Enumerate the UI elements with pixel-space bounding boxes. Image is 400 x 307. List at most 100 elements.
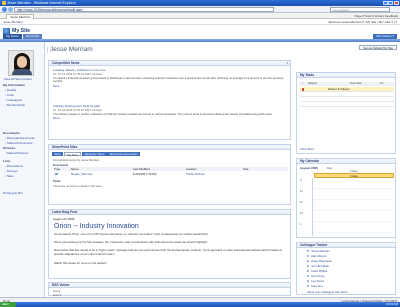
webpart-title: My Calendar [297,159,395,164]
tasks-header-row: ! Subject Due Date Cc [300,82,394,86]
news-item: Leading Industry Indicators on the rise … [53,68,288,88]
find-documents-link[interactable]: Find all documents by Jesse Merriam [53,158,99,162]
blog-paragraph: As we launch Orion, one of our PR themes… [54,232,209,236]
rss-line[interactable]: Lists ▾ [53,293,61,297]
calendar-title: My Calendar [300,159,319,163]
blog-headline[interactable]: Orion -- Industry Innovation [54,223,139,230]
site-actions-button[interactable]: Site Actions ▾ [372,33,397,39]
minimize-button[interactable] [382,0,388,6]
table-row[interactable] [300,102,394,107]
forward-button[interactable] [8,7,13,12]
image-file-icon [55,172,58,176]
sites-tab-enterprise[interactable]: Enterprise Documents [107,152,140,157]
maximize-button[interactable] [388,0,394,6]
calendar-hour: 9 [300,179,302,182]
tasks-more-link[interactable]: Show More [300,147,314,151]
nav-section-my-information[interactable]: My Information [3,83,25,87]
colleague-link[interactable]: Jesse Merriam [307,249,330,253]
ie-icon [1,1,6,5]
news-more-link[interactable]: More... [53,84,288,88]
start-button[interactable]: start [0,302,16,307]
nav-item-details[interactable]: Details [5,88,16,92]
title-separator [47,47,49,53]
colleague-tracker-webpart: Colleague Tracker Jesse Merriam Alan Alb… [296,242,396,295]
calendar-day-heading: Friday [350,168,358,173]
webpart-title: RSS Viewer [49,283,290,288]
my-tasks-webpart: My Tasks ! Subject Due Date Cc Deliver &… [296,72,396,154]
webpart-title: Colleague Tracker [297,243,395,248]
calendar-hour: 11 [300,201,303,204]
colleague-link[interactable]: Craig Playstead [306,259,331,263]
colleague-link[interactable]: Scott King [306,274,324,278]
calendar-hour: 10 [300,190,303,193]
back-button[interactable] [2,7,7,12]
blog-webpart: Latest Blog Post August 24, 2006 Orion -… [48,209,291,279]
nav-item-links[interactable]: Links [5,93,14,97]
nav-item-memberships[interactable]: Memberships [5,103,25,107]
taskbar: start 10:41 AM [0,302,400,307]
doc-location[interactable]: Profile Pictures [186,172,205,176]
doc-name[interactable]: Megan_Sherman [71,172,92,176]
col-name: Name [71,167,79,171]
blog-paragraph: Watch this space for more on the subject… [54,261,108,265]
documents-heading: Documents [53,162,69,167]
nav-section-pictures[interactable]: Pictures [3,146,15,150]
table-row[interactable]: Megan_Sherman 6/11/2006 1:30 PM Profile … [53,172,288,176]
view-all-content-link[interactable]: View All Site Content [4,77,44,81]
col-size: Size [243,167,249,171]
nav-item-shared-pictures[interactable]: Shared Pictures [5,151,28,155]
set-default-mysite-button[interactable]: Set as Default My Site [359,45,397,51]
sites-tab-sites[interactable]: Sites [52,152,64,157]
tab-my-profile[interactable]: My Profile [22,34,43,39]
tasks-empty-text: There are no items to show in this view. [53,184,102,188]
close-button[interactable] [394,0,399,6]
nav-item-shared-documents[interactable]: Shared Documents [5,141,33,145]
competitive-news-webpart: Competitive News ▾ Leading Industry Indi… [48,60,291,140]
calendar-grid[interactable] [312,178,394,236]
recycle-bin-link[interactable]: ♻ Recycle Bin [3,191,22,195]
colleague-link[interactable]: Tess Ann [307,284,323,288]
news-more-link[interactable]: More... [53,116,288,120]
colleagues-title: Colleague Tracker [300,243,328,247]
colleague-filter-link[interactable]: Show only colleagues with alerts [307,290,347,294]
sites-title: SharePoint Sites [52,145,78,149]
window-controls [382,0,399,6]
col-modified: Last Modified [133,167,150,171]
search-input[interactable]: Live Search [330,7,390,12]
taskbar-clock: 10:41 AM [386,302,398,306]
news-title: Competitive News [52,61,80,65]
flag-icon [302,88,305,91]
url-input[interactable]: http://moss:1040/personal/jessem/default… [14,7,274,12]
command-bar[interactable]: Page ▾ Tools ▾ Library Feedback [355,14,398,18]
sites-tab-my-sites[interactable]: My Sites [63,152,82,157]
nav-item-surveys[interactable]: Surveys [5,169,18,173]
webpart-title: My Tasks [297,73,395,78]
blog-paragraph: We're just working up the full message, … [54,240,208,244]
nav-section-documents[interactable]: Documents [3,131,20,135]
rss-title: RSS Viewer [52,283,70,287]
nav-section-lists[interactable]: Lists [3,159,10,163]
colleague-link[interactable]: Carol Philips [306,269,327,273]
col-type: Type [54,167,61,171]
sites-tabs: Sites My Sites Marketing Team Enterprise… [52,152,140,157]
nav-item-discussions[interactable]: Discussions [5,164,23,168]
col-subject: Subject [308,82,317,85]
nav-item-sites[interactable]: Sites [5,174,14,178]
col-cc: Cc [380,82,384,85]
colleague-link[interactable]: Jon Hanrahan [306,264,329,268]
webpart-menu-icon[interactable]: ▾ [286,61,288,66]
rss-viewer-webpart: RSS Viewer Home Lists ▾ [48,282,291,297]
calendar-hour: 12 [300,212,303,215]
site-tabs: My Home My Profile [3,34,43,39]
recycle-bin-label: Recycle Bin [6,191,23,195]
tab-my-home[interactable]: My Home [3,34,22,39]
my-calendar-webpart: My Calendar August 2006 Day Friday Frida… [296,158,396,238]
colleague-link[interactable]: Alan Alberts [306,254,326,258]
colleague-link[interactable]: Lee Perez [306,279,324,283]
webpart-title: Latest Blog Post [49,210,290,215]
nav-item-colleagues[interactable]: Colleagues [5,98,22,102]
avatar [8,50,34,76]
tasks-title: My Tasks [300,73,315,77]
sites-tab-marketing[interactable]: Marketing Team [81,152,107,157]
nav-item-personal-documents[interactable]: Personal Documents [5,136,35,140]
